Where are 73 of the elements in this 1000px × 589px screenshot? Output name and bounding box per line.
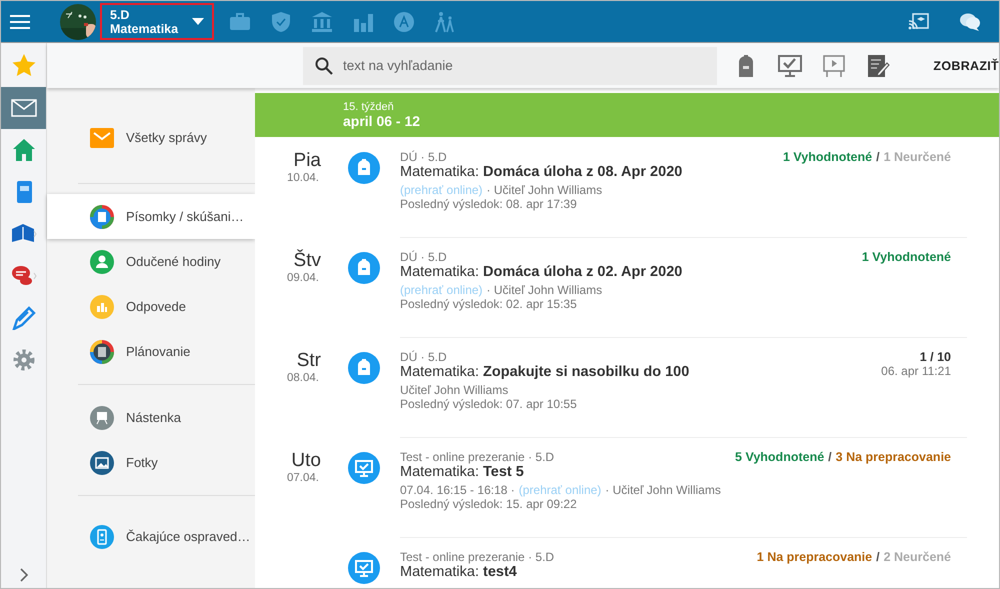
- person-icon: [90, 250, 114, 274]
- entry-detail: Učiteľ John Williams: [400, 383, 508, 397]
- last-result: Posledný výsledok: 07. apr 10:55: [400, 397, 577, 411]
- status-count: 5 Vyhodnotené: [735, 450, 824, 464]
- day-name: Uto: [291, 450, 321, 472]
- entry-detail: · Učiteľ John Williams: [486, 283, 602, 297]
- entry-type: DÚ · 5.D: [400, 150, 447, 164]
- status-count: 1 Vyhodnotené: [862, 250, 951, 264]
- envelope-icon[interactable]: [1, 87, 46, 129]
- class-selector[interactable]: 5.D Matematika: [100, 3, 214, 40]
- status-count: 2 Neurčené: [884, 550, 951, 564]
- entry-title[interactable]: Matematika: Domáca úloha z 02. Apr 2020: [400, 264, 682, 280]
- menu-item[interactable]: Čakajúce ospraved…: [47, 514, 255, 559]
- entry-title[interactable]: Matematika: Test 5: [400, 464, 524, 480]
- presentation-icon[interactable]: [821, 52, 847, 78]
- menu-item[interactable]: Fotky: [47, 440, 255, 485]
- backpack-icon: [348, 152, 380, 184]
- search-field[interactable]: text na vyhľadanie: [303, 46, 717, 84]
- entry-type: DÚ · 5.D: [400, 350, 447, 364]
- menu-item[interactable]: Nástenka: [47, 395, 255, 440]
- entry-detail: · Učiteľ John Williams: [605, 483, 721, 497]
- backpack-icon: [348, 352, 380, 384]
- status-time: 06. apr 11:21: [881, 364, 951, 378]
- chart-icon: [90, 294, 114, 318]
- day-date: 10.04.: [287, 172, 319, 184]
- status-count: /: [876, 150, 880, 164]
- status-count: /: [876, 550, 880, 564]
- entry-detail: 07.04. 16:15 - 16:18 ·: [400, 483, 515, 497]
- status-count: 1 Na prepracovanie: [756, 550, 872, 564]
- monitor-check-icon: [348, 552, 380, 584]
- search-icon: [315, 56, 333, 74]
- calendar-icon: [90, 340, 114, 364]
- monitor-check-icon: [348, 452, 380, 484]
- board-icon: [90, 406, 114, 430]
- status-count: 1 Neurčené: [884, 150, 951, 164]
- menu-item[interactable]: Plánovanie: [47, 329, 255, 374]
- last-result: Posledný výsledok: 15. apr 09:22: [400, 497, 577, 511]
- day-name: Str: [296, 350, 321, 372]
- monitor-check-icon[interactable]: [777, 52, 803, 78]
- day-name: Štv: [294, 250, 321, 272]
- caret-icon: [192, 18, 204, 25]
- day-date: 07.04.: [287, 472, 319, 484]
- week-number: 15. týždeň: [343, 101, 395, 113]
- bank-icon[interactable]: [310, 10, 334, 34]
- entry-title[interactable]: Matematika: Domáca úloha z 08. Apr 2020: [400, 164, 682, 180]
- photo-icon: [90, 450, 114, 474]
- entry-type: DÚ · 5.D: [400, 250, 447, 264]
- tests-icon: [90, 204, 114, 228]
- entry-title[interactable]: Matematika: test4: [400, 564, 517, 580]
- grade-badge-icon[interactable]: [392, 10, 416, 34]
- status-count: 1 / 10: [920, 350, 951, 364]
- last-result: Posledný výsledok: 08. apr 17:39: [400, 197, 577, 211]
- entry-type: Test - online prezeranie · 5.D: [400, 550, 554, 564]
- entry-title[interactable]: Matematika: Zopakujte si nasobilku do 100: [400, 364, 690, 380]
- status-count: /: [828, 450, 832, 464]
- day-date: 08.04.: [287, 372, 319, 384]
- menu-item[interactable]: Písomky / skúšani…: [47, 194, 255, 239]
- day-name: Pia: [294, 150, 321, 172]
- clipboard-icon: [90, 524, 114, 548]
- backpack-icon: [348, 252, 380, 284]
- view-button[interactable]: ZOBRAZIŤ: [925, 50, 999, 80]
- status-count: 3 Na prepracovanie: [836, 450, 951, 464]
- week-range: april 06 - 12: [343, 113, 422, 129]
- day-date: 09.04.: [287, 272, 319, 284]
- envelope-icon: [90, 126, 114, 150]
- entry-type: Test - online prezeranie · 5.D: [400, 450, 554, 464]
- notepad-icon[interactable]: [865, 52, 891, 78]
- status-count: 1 Vyhodnotené: [782, 150, 872, 164]
- last-result: Posledný výsledok: 02. apr 15:35: [400, 297, 577, 311]
- menu-item[interactable]: Všetky správy: [47, 115, 255, 160]
- menu-item[interactable]: Odučené hodiny: [47, 239, 255, 284]
- menu-item[interactable]: Odpovede: [47, 284, 255, 329]
- entry-detail: · Učiteľ John Williams: [486, 183, 602, 197]
